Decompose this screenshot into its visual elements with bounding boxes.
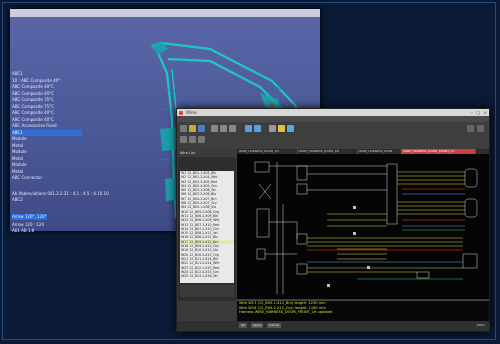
undo-icon[interactable] [245, 125, 252, 132]
copy-icon[interactable] [220, 125, 227, 132]
paste-icon[interactable] [229, 125, 236, 132]
toolbar [177, 122, 489, 150]
help-icon[interactable] [477, 125, 484, 132]
new-icon[interactable] [180, 125, 187, 132]
fit-icon[interactable] [198, 136, 205, 143]
title-bar: Wires – □ × [177, 109, 489, 116]
settings-icon[interactable] [467, 125, 474, 132]
wire-list[interactable]: W1 12_B01-1-X04_Blk W2 12_B01-2-X04_Wht … [180, 171, 234, 283]
zoom-level: 100% [476, 323, 485, 327]
status-line-highlight[interactable]: Arrow 120°, 120° [12, 214, 47, 220]
cancel-button[interactable]: Cancel [267, 323, 282, 328]
open-icon[interactable] [189, 125, 196, 132]
output-console: Wire W17 (12_B09-1-X12_Brn) length: 1230… [237, 300, 489, 322]
wire-icon[interactable] [287, 125, 294, 132]
ok-button[interactable]: OK [239, 323, 248, 328]
zoom-out-icon[interactable] [189, 136, 196, 143]
maximize-icon[interactable]: □ [476, 110, 480, 115]
specification-tree[interactable]: ABC1 10 : ABC Composite 40° ABC Composit… [12, 71, 82, 182]
status-line: Ab1 AB 1.8 [12, 228, 35, 233]
cut-icon[interactable] [211, 125, 218, 132]
redo-icon[interactable] [254, 125, 261, 132]
minimize-icon[interactable]: – [471, 110, 473, 115]
close-icon[interactable]: × [484, 110, 487, 115]
tree-item[interactable]: ABC Connector [12, 175, 82, 182]
apply-button[interactable]: Apply [251, 323, 264, 328]
save-icon[interactable] [198, 125, 205, 132]
window-title: Wires [186, 110, 198, 115]
wire-list-panel: Wire List W1 12_B01-1-X04_Blk W2 12_B01-… [178, 149, 236, 301]
wiring-schematic[interactable] [237, 154, 489, 299]
harness-editor-window[interactable]: Wires – □ × File Edit View Insert Tools … [176, 108, 490, 332]
highlight-icon[interactable] [278, 125, 285, 132]
status-bar: OK Apply Cancel 100% [177, 321, 489, 331]
schematic-canvas[interactable] [237, 154, 489, 299]
console-line: Harness WIRE_HARNESS_DOOR_FRONT_LH updat… [239, 310, 333, 315]
zoom-in-icon[interactable] [180, 136, 187, 143]
cad-status-panel: Ab Abbreviations 001.2.2.21 : 4.1 : 4.5 … [12, 191, 132, 234]
panel-title: Wire List [178, 149, 236, 157]
list-item[interactable]: W25 12_B13-1-X16_Yel [180, 274, 234, 278]
panel-footer [180, 285, 234, 297]
app-icon [179, 110, 183, 115]
select-icon[interactable] [269, 125, 276, 132]
